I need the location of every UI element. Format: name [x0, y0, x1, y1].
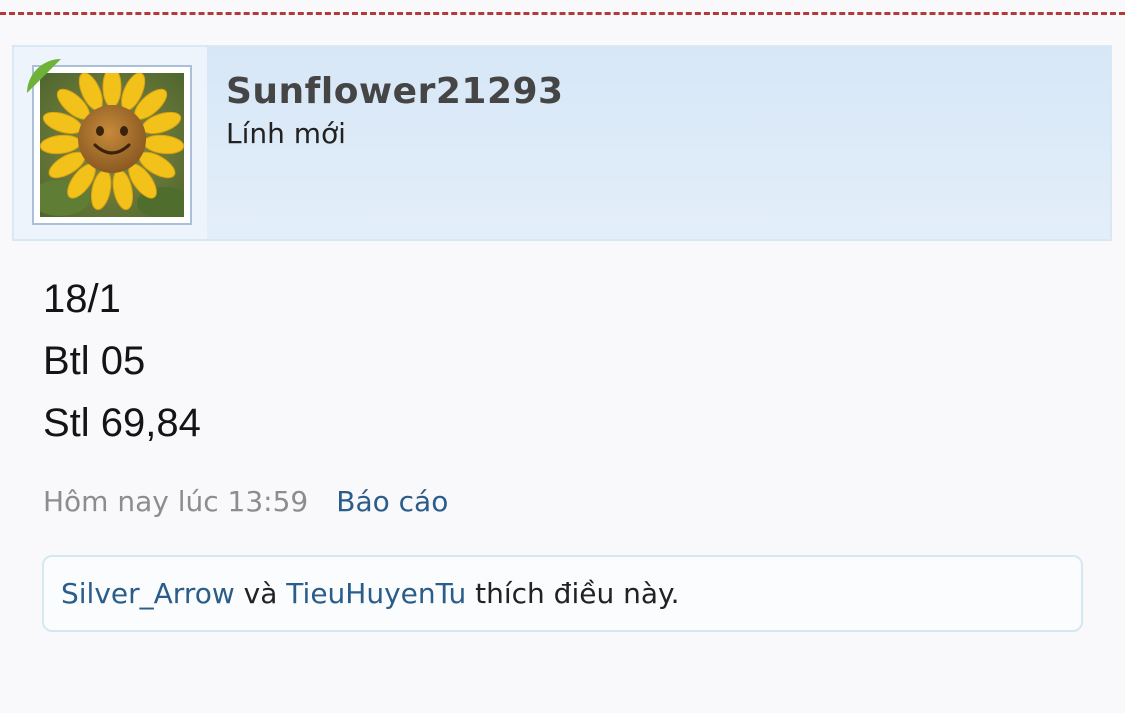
message-line: 18/1: [43, 277, 121, 321]
message-body: 18/1 Btl 05 Stl 69,84: [43, 268, 201, 454]
post-meta: Hôm nay lúc 13:59 Báo cáo: [43, 485, 448, 518]
like-user-link[interactable]: TieuHuyenTu: [286, 577, 466, 610]
message-line: Btl 05: [43, 339, 146, 383]
sunflower-avatar-image: [40, 73, 184, 217]
avatar[interactable]: [32, 65, 192, 225]
likes-suffix: thích điều này.: [475, 577, 680, 610]
post-divider: [0, 12, 1125, 15]
post-timestamp[interactable]: Hôm nay lúc 13:59: [43, 485, 308, 518]
user-title: Lính mới: [226, 117, 346, 150]
avatar-panel: [14, 47, 207, 239]
report-link[interactable]: Báo cáo: [336, 485, 448, 518]
username-link[interactable]: Sunflower21293: [226, 71, 564, 112]
likes-summary: Silver_Arrow và TieuHuyenTu thích điều n…: [42, 555, 1083, 632]
message-line: Stl 69,84: [43, 401, 201, 445]
like-user-link[interactable]: Silver_Arrow: [61, 577, 235, 610]
likes-connector: và: [243, 577, 278, 610]
post-author-header: Sunflower21293 Lính mới: [12, 45, 1112, 241]
